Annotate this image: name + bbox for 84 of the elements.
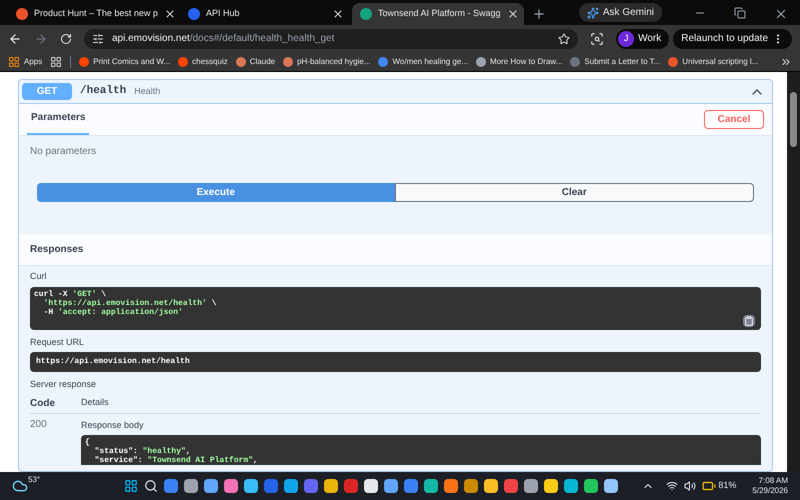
app-icon[interactable]: [424, 479, 438, 493]
clear-button[interactable]: Clear: [394, 183, 754, 202]
weather-cloud-icon[interactable]: [12, 478, 28, 494]
bookmark-star-icon[interactable]: [558, 32, 570, 44]
site-info-icon[interactable]: [92, 32, 104, 44]
bookmark-item[interactable]: Submit a Letter to T...: [570, 56, 660, 68]
copy-icon[interactable]: [743, 314, 755, 326]
app-icon[interactable]: [224, 479, 238, 493]
column-header: Details: [81, 396, 109, 410]
restore-icon[interactable]: [734, 7, 746, 19]
bookmark-item[interactable]: chessquiz: [178, 56, 228, 68]
profile-chip[interactable]: J Work: [616, 28, 670, 48]
code-line: curl -X 'GET' \: [34, 290, 108, 298]
responses-heading: Responses: [30, 243, 84, 257]
back-icon[interactable]: [8, 32, 22, 46]
screen-search-icon[interactable]: [590, 32, 604, 46]
clock-time: 7:08 AM: [758, 476, 788, 486]
bookmark-item[interactable]: Universal scripting l...: [668, 56, 758, 68]
search-icon[interactable]: [144, 479, 158, 493]
tab-title: API Hub: [206, 7, 241, 20]
bookmark-item[interactable]: More How to Draw...: [476, 56, 562, 68]
code-line: "status": "healthy",: [94, 447, 192, 456]
app-icon[interactable]: [484, 479, 498, 493]
app-icon[interactable]: [544, 479, 558, 493]
sparkle-icon: [586, 6, 599, 18]
column-header: Code: [30, 396, 56, 410]
app-icon[interactable]: [584, 479, 598, 493]
app-icon[interactable]: [204, 479, 218, 493]
app-icon[interactable]: [564, 479, 578, 493]
start-icon[interactable]: [124, 479, 138, 493]
app-icon[interactable]: [604, 479, 618, 493]
temperature: 53°: [28, 474, 40, 486]
app-icon[interactable]: [364, 479, 378, 493]
relaunch-button[interactable]: Relaunch to update: [673, 28, 792, 48]
method-badge: GET: [22, 83, 72, 100]
endpoint-path: /health: [80, 84, 126, 100]
code-line: 'https://api.emovision.net/health' \: [42, 298, 218, 308]
request-url-label: Request URL: [30, 336, 86, 349]
server-response-label: Server response: [30, 378, 98, 391]
battery-icon[interactable]: [702, 479, 716, 493]
response-body-label: Response body: [81, 418, 145, 432]
browser-tab[interactable]: Townsend AI Platform - Swagg: [352, 3, 524, 25]
code-line: "service": "Townsend AI Platform",: [94, 456, 259, 465]
reload-icon[interactable]: [60, 32, 72, 44]
app-icon[interactable]: [184, 479, 198, 493]
app-icon[interactable]: [324, 479, 338, 493]
avatar: J: [618, 30, 634, 46]
close-icon[interactable]: [774, 7, 788, 21]
tab-title: Product Hunt – The best new p: [34, 7, 158, 20]
app-icon[interactable]: [284, 479, 298, 493]
bookmark-item[interactable]: Wo/men healing ge...: [378, 56, 468, 68]
forward-icon[interactable]: [34, 32, 48, 46]
bookmark-item[interactable]: pH-balanced hygie...: [283, 56, 370, 68]
curl-label: Curl: [30, 270, 48, 283]
code-line: {: [85, 438, 91, 447]
battery-percent: 81%: [718, 479, 736, 492]
parameters-tab[interactable]: Parameters: [27, 110, 90, 135]
app-icon[interactable]: [444, 479, 458, 493]
tab-groups-icon[interactable]: [50, 56, 62, 68]
app-icon[interactable]: [244, 479, 258, 493]
scrollbar[interactable]: [787, 72, 800, 472]
close-icon[interactable]: [332, 8, 344, 20]
app-icon[interactable]: [464, 479, 478, 493]
clock-date: 5/29/2026: [752, 486, 788, 496]
tab-title: Townsend AI Platform - Swagg: [378, 7, 501, 20]
bookmark-item[interactable]: Claude: [236, 56, 276, 68]
profile-label: Work: [638, 32, 662, 46]
request-url-block: https://api.emovision.net/health: [30, 352, 761, 372]
status-code: 200: [30, 418, 48, 432]
close-icon[interactable]: [506, 8, 519, 20]
apps-bookmark[interactable]: Apps: [8, 56, 42, 68]
volume-icon[interactable]: [684, 480, 696, 492]
close-icon[interactable]: [164, 8, 176, 20]
endpoint-summary: Health: [134, 84, 160, 98]
app-icon[interactable]: [524, 479, 538, 493]
ask-gemini-button[interactable]: Ask Gemini: [578, 3, 662, 22]
bookmark-item[interactable]: Print Comics and W...: [79, 56, 170, 68]
new-tab-icon[interactable]: [532, 7, 546, 21]
url-text: api.emovision.net/docs#/default/health_health_get: [112, 32, 334, 46]
address-bar[interactable]: api.emovision.net/docs#/default/health_health_get: [84, 28, 578, 48]
code-line: -H 'accept: application/json': [42, 308, 183, 316]
grid-icon: [8, 56, 20, 68]
app-icon[interactable]: [384, 479, 398, 493]
no-parameters-text: No parameters: [30, 145, 98, 159]
